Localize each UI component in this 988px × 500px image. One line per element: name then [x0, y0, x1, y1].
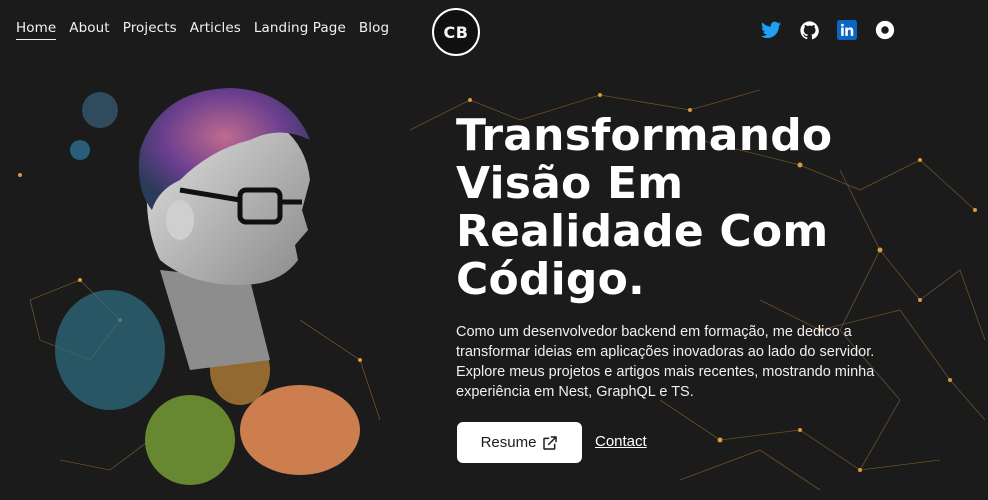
external-link-icon	[543, 435, 558, 450]
nav-link-blog[interactable]: Blog	[359, 20, 389, 40]
hero-description: Como um desenvolvedor backend em formaçã…	[456, 324, 875, 400]
contact-link[interactable]: Contact	[595, 433, 647, 450]
main-nav: Home About Projects Articles Landing Pag…	[16, 20, 389, 40]
nav-link-landing-page[interactable]: Landing Page	[254, 20, 346, 40]
portrait-illustration	[55, 88, 360, 485]
twitter-icon[interactable]	[760, 19, 782, 41]
resume-button[interactable]: Resume	[457, 422, 582, 463]
hero-headline: Transformando Visão Em Realidade Com Cód…	[456, 110, 833, 305]
linkedin-icon[interactable]	[836, 19, 858, 41]
dribbble-icon[interactable]	[874, 19, 896, 41]
nav-link-projects[interactable]: Projects	[123, 20, 177, 40]
nav-link-about[interactable]: About	[69, 20, 109, 40]
social-links	[760, 19, 896, 41]
resume-button-label: Resume	[480, 434, 537, 451]
github-icon[interactable]	[798, 19, 820, 41]
site-logo[interactable]: CB	[432, 8, 480, 56]
nav-link-home[interactable]: Home	[16, 20, 57, 40]
nav-link-articles[interactable]: Articles	[190, 20, 241, 40]
